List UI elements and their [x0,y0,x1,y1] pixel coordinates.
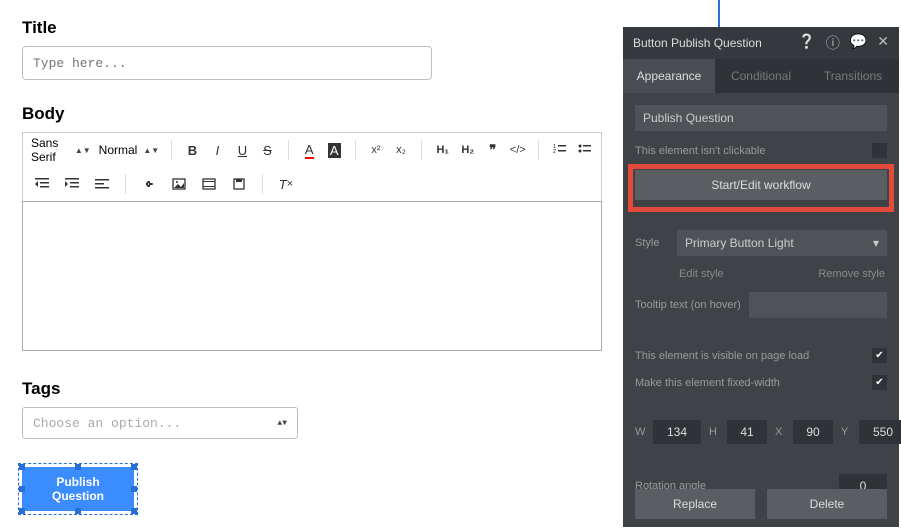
y-input[interactable] [859,420,901,444]
tooltip-input[interactable] [749,292,887,318]
strike-icon[interactable]: S [259,139,276,161]
panel-title: Button Publish Question [633,36,762,50]
element-name-input[interactable] [635,105,887,131]
align-icon[interactable] [91,173,113,195]
remove-style-link[interactable]: Remove style [818,268,885,280]
help-icon[interactable]: ❔ [798,33,815,53]
fixed-width-checkbox[interactable]: ✔ [872,375,887,390]
start-edit-workflow-button[interactable]: Start/Edit workflow [635,170,887,200]
info-icon[interactable]: ⓘ [826,33,840,53]
indent-icon[interactable] [61,173,83,195]
tab-transitions[interactable]: Transitions [807,59,899,93]
link-icon[interactable] [138,173,160,195]
publish-question-button[interactable]: Publish Question [22,467,134,511]
width-input[interactable] [653,420,701,444]
h2-icon[interactable]: H₂ [459,139,476,161]
text-color-icon[interactable]: A [301,139,318,161]
code-icon[interactable]: </> [509,139,526,161]
x-input[interactable] [793,420,833,444]
property-panel: Button Publish Question ❔ ⓘ 💬 ✕ Appearan… [623,27,899,527]
chevron-updown-icon: ▲▼ [277,419,287,428]
tags-label: Tags [22,379,598,399]
rich-text-toolbar: Sans Serif▲▼ Normal▲▼ B I U S A A x² x₂ … [22,132,602,201]
height-label: H [709,426,721,438]
edit-style-link[interactable]: Edit style [679,268,724,280]
title-input[interactable] [22,46,432,80]
height-input[interactable] [727,420,767,444]
width-label: W [635,426,647,438]
svg-text:2: 2 [553,149,556,155]
subscript-icon[interactable]: x₂ [392,139,409,161]
tooltip-label: Tooltip text (on hover) [635,299,741,311]
italic-icon[interactable]: I [209,139,226,161]
underline-icon[interactable]: U [234,139,251,161]
save-icon[interactable] [228,173,250,195]
replace-button[interactable]: Replace [635,489,755,519]
comment-icon[interactable]: 💬 [850,33,867,53]
not-clickable-label: This element isn't clickable [635,145,766,157]
page-canvas: Title Body Sans Serif▲▼ Normal▲▼ B I U S… [0,0,620,529]
unordered-list-icon[interactable] [576,139,593,161]
quote-icon[interactable]: ❞ [484,139,501,161]
ordered-list-icon[interactable]: 12 [551,139,568,161]
x-label: X [775,426,787,438]
not-clickable-checkbox[interactable] [872,143,887,158]
body-label: Body [22,104,598,124]
font-size-select[interactable]: Normal▲▼ [99,143,160,157]
tags-select[interactable]: Choose an option... ▲▼ [22,407,298,439]
highlight-icon[interactable]: A [326,139,343,161]
title-label: Title [22,18,598,38]
y-label: Y [841,426,853,438]
video-icon[interactable] [198,173,220,195]
selected-element[interactable]: Publish Question [22,467,134,511]
bold-icon[interactable]: B [184,139,201,161]
superscript-icon[interactable]: x² [367,139,384,161]
font-family-select[interactable]: Sans Serif▲▼ [31,136,91,164]
clear-format-icon[interactable]: T× [275,173,297,195]
h1-icon[interactable]: H₁ [434,139,451,161]
outdent-icon[interactable] [31,173,53,195]
tab-appearance[interactable]: Appearance [623,59,715,93]
chevron-down-icon: ▾ [873,236,879,250]
fixed-width-label: Make this element fixed-width [635,377,780,389]
body-textarea[interactable] [22,201,602,351]
style-select[interactable]: Primary Button Light ▾ [677,230,887,256]
tab-conditional[interactable]: Conditional [715,59,807,93]
close-icon[interactable]: ✕ [877,33,889,53]
visible-checkbox[interactable]: ✔ [872,348,887,363]
delete-button[interactable]: Delete [767,489,887,519]
style-label: Style [635,237,669,249]
visible-label: This element is visible on page load [635,350,809,362]
image-icon[interactable] [168,173,190,195]
